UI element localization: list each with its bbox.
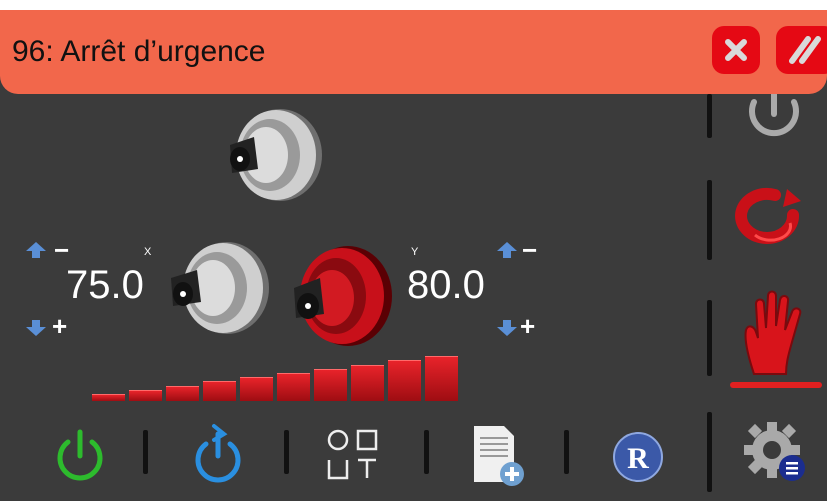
power-green-icon[interactable]	[52, 428, 108, 486]
add-program-icon[interactable]	[470, 422, 530, 488]
side-separator	[707, 94, 712, 138]
level-bar[interactable]	[425, 356, 458, 401]
bottom-separator	[424, 430, 429, 474]
level-bar[interactable]	[388, 360, 421, 401]
bottom-separator	[143, 430, 148, 474]
y-minus[interactable]: −	[522, 237, 537, 263]
x-value: 75.0	[66, 263, 144, 307]
reference-r-icon[interactable]: R	[610, 428, 668, 486]
power-gray-icon[interactable]	[740, 94, 808, 144]
settings-gear-icon[interactable]	[742, 418, 808, 486]
x-down-arrow-icon[interactable]	[26, 320, 46, 336]
level-bar[interactable]	[203, 381, 236, 401]
level-bar[interactable]	[277, 373, 310, 401]
level-bar[interactable]	[129, 389, 162, 401]
y-up-arrow-icon[interactable]	[497, 242, 517, 258]
bottom-separator	[284, 430, 289, 474]
level-bar[interactable]	[240, 377, 273, 401]
x-plus[interactable]: +	[52, 313, 67, 339]
y-down-arrow-icon[interactable]	[497, 320, 517, 336]
power-cycle-blue-icon[interactable]	[188, 422, 248, 486]
x-up-arrow-icon[interactable]	[26, 242, 46, 258]
y-value: 80.0	[407, 263, 485, 307]
side-separator	[707, 180, 712, 260]
alarm-banner: 96: Arrêt d’urgence	[0, 10, 827, 94]
stop-hand-icon[interactable]	[742, 290, 808, 376]
selected-indicator	[730, 382, 822, 388]
alarm-reset-button[interactable]	[776, 26, 827, 74]
left-roller	[171, 242, 269, 334]
rotate-icon[interactable]	[735, 185, 805, 251]
y-axis-label: Y	[411, 246, 419, 258]
side-separator	[707, 300, 712, 376]
right-roller	[294, 246, 392, 346]
side-separator	[707, 412, 712, 492]
x-axis-label: X	[144, 246, 152, 258]
close-icon	[725, 39, 747, 61]
alarm-title: 96: Arrêt d’urgence	[12, 35, 266, 68]
alarm-close-button[interactable]	[712, 26, 760, 74]
machine-screen: 96: Arrêt d’urgence − X 75.0 + − Y 80.0 …	[0, 10, 827, 501]
level-bar[interactable]	[92, 394, 125, 401]
level-bar[interactable]	[314, 368, 347, 401]
level-bar[interactable]	[166, 385, 199, 401]
level-bar[interactable]	[351, 364, 384, 401]
svg-text:R: R	[627, 442, 649, 475]
y-plus[interactable]: +	[520, 313, 535, 339]
reset-slash-icon	[789, 36, 821, 64]
shape-select-icon[interactable]	[322, 426, 386, 486]
top-roller	[230, 109, 322, 201]
x-minus[interactable]: −	[54, 237, 69, 263]
bottom-separator	[564, 430, 569, 474]
